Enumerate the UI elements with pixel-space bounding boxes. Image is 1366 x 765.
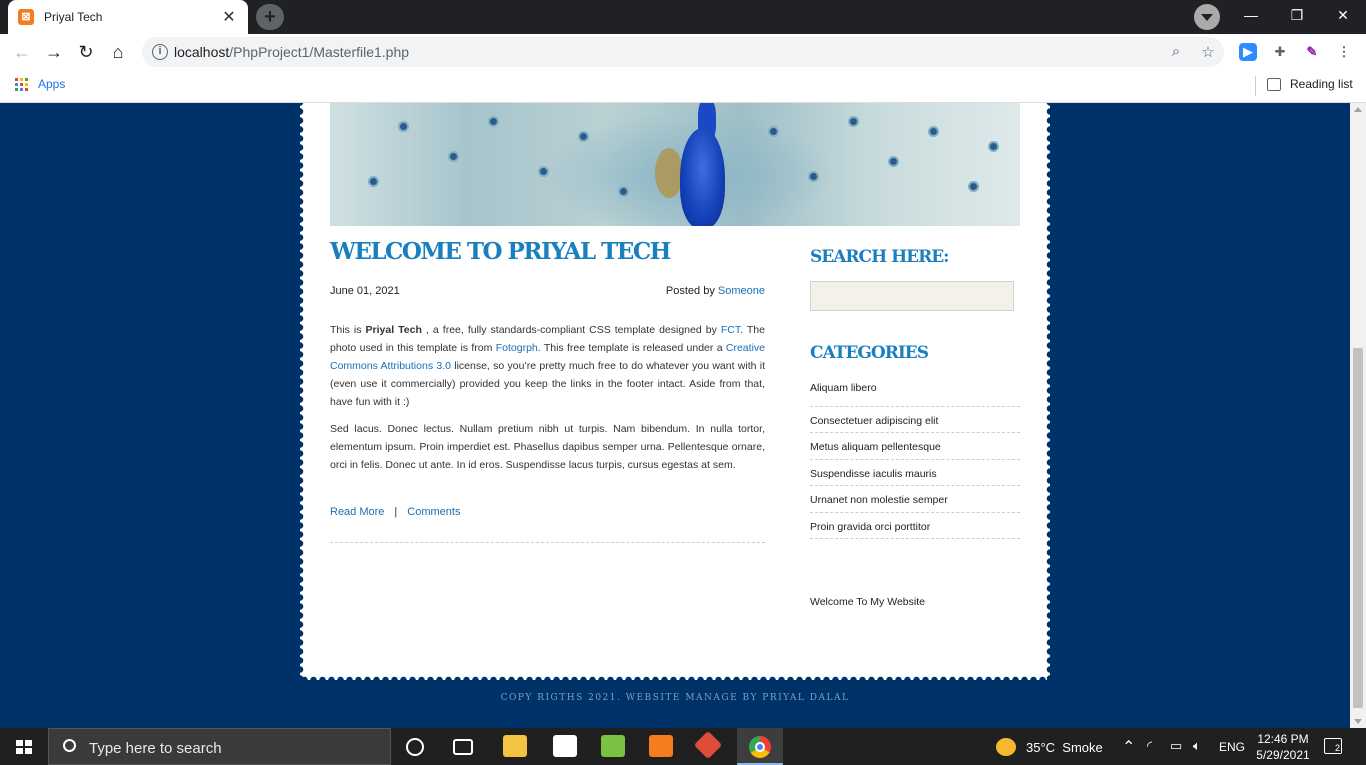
category-item[interactable]: Urnanet non molestie semper [810,486,1020,513]
clock-date: 5/29/2021 [1256,748,1310,762]
zoom-extension-icon[interactable]: ▶ [1239,43,1257,61]
category-item[interactable]: Aliquam libero [810,380,1020,407]
body-paragraph: Sed lacus. Donec lectus. Nullam pretium … [330,423,765,471]
scroll-up-arrow-icon[interactable] [1354,107,1362,112]
search-input[interactable] [810,281,1014,311]
search-heading: SEARCH HERE: [810,247,949,267]
post-author: Posted by Someone [665,285,765,297]
category-list: Aliquam libero Consectetuer adipiscing e… [810,380,1020,539]
wifi-icon[interactable]: ◜ [1147,738,1152,754]
page-title: WELCOME TO PRIYAL TECH [330,238,671,265]
content-paper: WELCOME TO PRIYAL TECH June 01, 2021 Pos… [296,103,1054,684]
store-icon[interactable] [553,735,577,757]
fct-link[interactable]: FCT [721,324,740,336]
browser-tab[interactable]: ⊠ Priyal Tech ✕ [8,0,248,34]
search-icon [63,739,76,752]
windows-taskbar: Type here to search 35°C Smoke ⌃ ◜ ▭ 🔈︎ … [0,728,1366,765]
zoom-icon[interactable]: ⌕ [1166,43,1186,61]
read-more-link[interactable]: Read More [330,506,384,518]
cortana-icon[interactable] [406,738,424,756]
scroll-down-arrow-icon[interactable] [1354,719,1362,724]
extensions-puzzle-icon[interactable]: ✚ [1271,43,1289,61]
category-item[interactable]: Metus aliquam pellentesque [810,433,1020,460]
xampp-icon[interactable] [649,735,673,757]
intro-paragraph: This is Priyal Tech , a free, fully stan… [330,324,765,408]
welcome-text: Welcome To My Website [810,596,925,608]
categories-heading: CATEGORIES [810,343,929,363]
stamp-edge-right [1046,103,1054,680]
sidebar: SEARCH HERE: CATEGORIES Aliquam libero C… [810,247,1020,608]
weather-text[interactable]: 35°C Smoke [1026,740,1103,755]
reading-list-icon[interactable] [1267,78,1281,91]
author-link[interactable]: Someone [718,285,765,297]
taskbar-search-placeholder: Type here to search [89,740,222,757]
extension-icon[interactable]: ✎ [1303,43,1321,61]
chrome-icon [749,736,771,758]
main-content: WELCOME TO PRIYAL TECH June 01, 2021 Pos… [330,238,765,543]
peacock-banner-image [330,103,1020,226]
new-tab-button[interactable]: + [256,4,284,30]
scrollbar-thumb[interactable] [1353,348,1363,708]
clock[interactable]: 12:46 PM 5/29/2021 [1250,731,1316,763]
apps-grid-icon[interactable] [15,78,28,91]
comments-link[interactable]: Comments [407,506,460,518]
apps-bookmark[interactable]: Apps [38,77,65,91]
xampp-favicon-icon: ⊠ [18,9,34,25]
language-indicator[interactable]: ENG [1219,740,1245,754]
reading-list-button[interactable]: Reading list [1290,77,1353,91]
tab-search-icon[interactable] [1194,4,1220,30]
back-arrow-icon[interactable]: ← [8,38,36,66]
file-explorer-icon[interactable] [503,735,527,757]
notification-icon[interactable]: 2 [1324,738,1342,754]
divider [1255,76,1256,96]
stamp-edge-left [296,103,304,680]
volume-icon[interactable]: 🔈︎ [1193,738,1201,754]
category-item[interactable]: Proin gravida orci porttitor [810,513,1020,539]
notification-count: 2 [1334,743,1342,753]
close-tab-icon[interactable]: ✕ [220,7,238,27]
netbeans-icon[interactable] [693,730,723,760]
task-view-icon[interactable] [453,739,473,755]
fotogrph-link[interactable]: Fotogrph [496,342,538,354]
menu-kebab-icon[interactable]: ⋮ [1335,43,1353,61]
page-footer: COPY RIGTHS 2021. WEBSITE MANAGE BY PRIY… [500,693,850,703]
home-icon[interactable]: ⌂ [104,38,132,66]
category-item[interactable]: Suspendisse iaculis mauris [810,460,1020,486]
restore-button[interactable]: ❐ [1274,0,1320,30]
category-item[interactable]: Consectetuer adipiscing elit [810,407,1020,433]
post-meta: June 01, 2021 Posted by Someone [330,285,765,301]
chrome-taskbar-button[interactable] [737,728,783,765]
bookmark-star-icon[interactable]: ☆ [1198,43,1218,61]
post-links: Read More | Comments [330,506,461,518]
reload-icon[interactable]: ↻ [72,38,100,66]
post-date: June 01, 2021 [330,285,400,297]
weather-sun-icon [996,738,1016,756]
forward-arrow-icon[interactable]: → [40,38,68,66]
stamp-edge-bottom [300,676,1050,684]
post-divider [330,542,765,543]
tab-title: Priyal Tech [44,10,103,24]
address-bar[interactable]: i localhost/PhpProject1/Masterfile1.php … [142,37,1224,67]
url-text[interactable]: localhost/PhpProject1/Masterfile1.php [174,44,409,60]
battery-icon[interactable]: ▭ [1170,738,1182,754]
taskbar-search-box[interactable]: Type here to search [48,728,391,765]
minimize-button[interactable]: — [1228,0,1274,30]
bookmarks-bar: Apps Reading list [0,70,1366,103]
chevron-up-icon[interactable]: ⌃ [1122,737,1135,757]
app-icon[interactable] [601,735,625,757]
info-icon[interactable]: i [152,44,168,60]
clock-time: 12:46 PM [1257,732,1309,746]
windows-start-icon[interactable] [16,740,32,754]
close-window-button[interactable]: ✕ [1320,0,1366,30]
browser-toolbar: ← → ↻ ⌂ i localhost/PhpProject1/Masterfi… [0,34,1366,70]
tab-strip: ⊠ Priyal Tech ✕ + — ❐ ✕ [0,0,1366,34]
page-scrollbar[interactable] [1350,103,1366,728]
page-viewport: WELCOME TO PRIYAL TECH June 01, 2021 Pos… [0,103,1350,728]
